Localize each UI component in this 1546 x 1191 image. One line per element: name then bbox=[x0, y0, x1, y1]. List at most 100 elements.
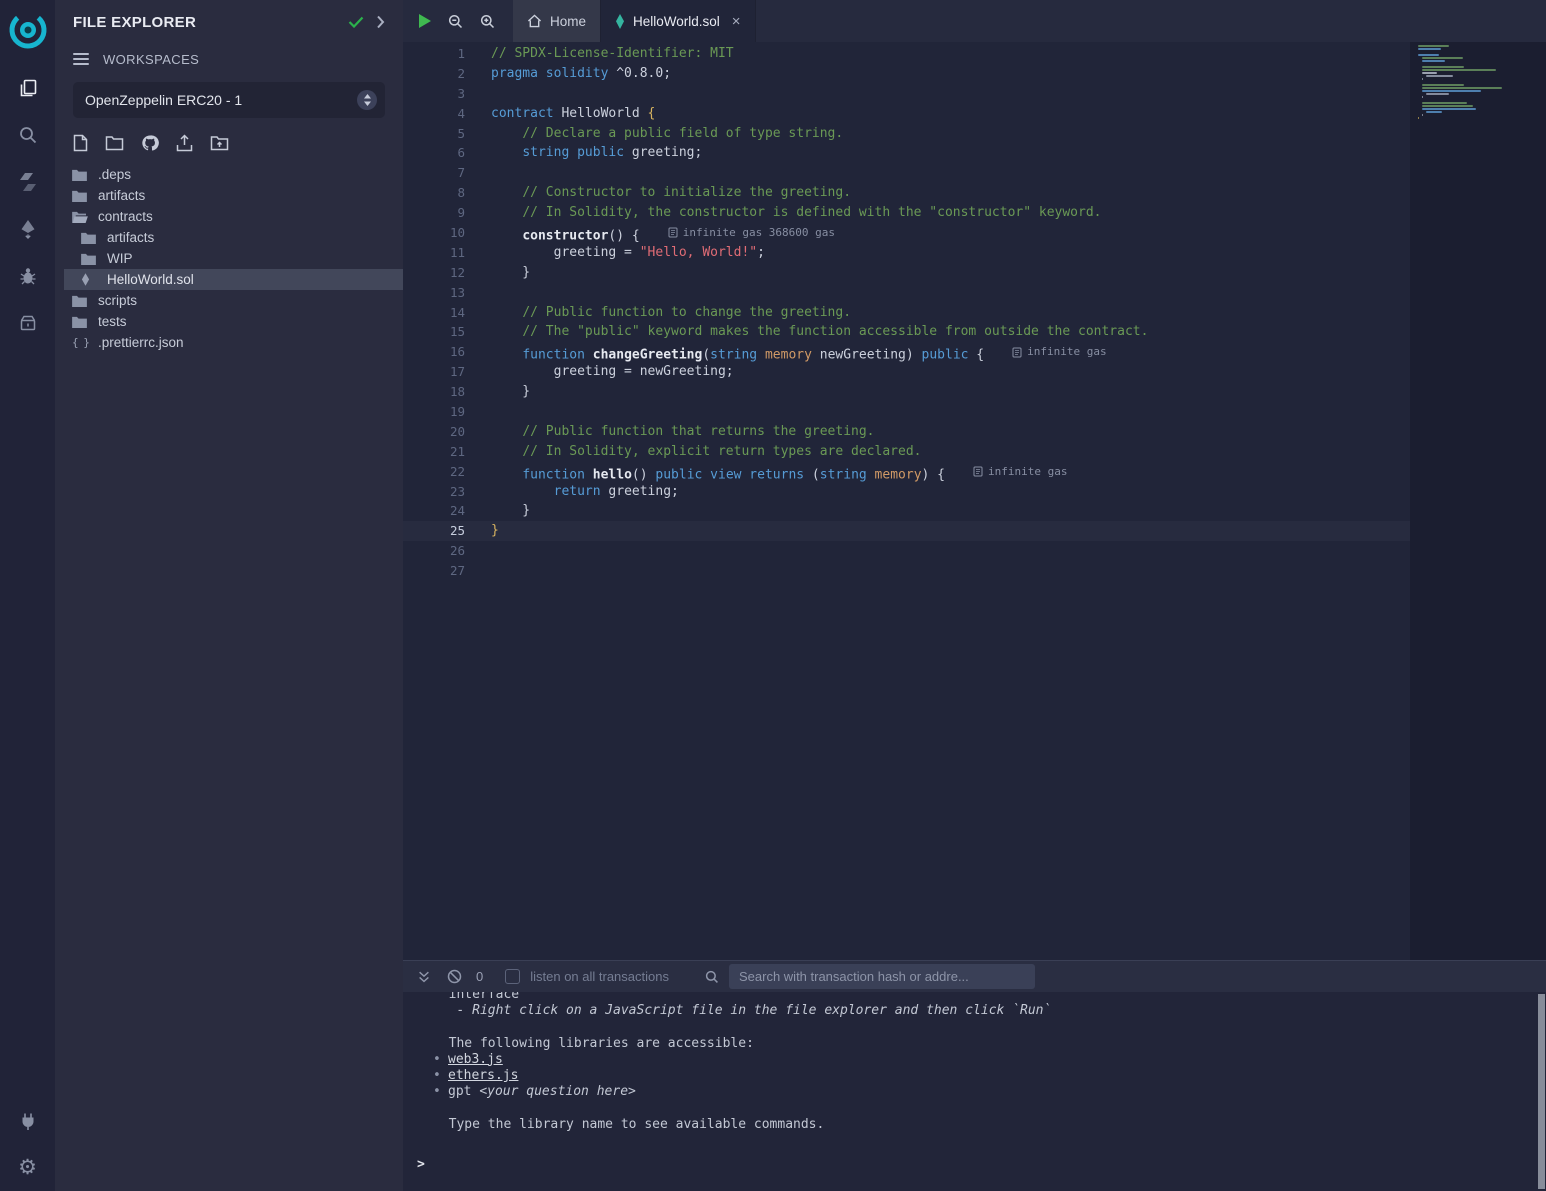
code-line[interactable]: 6 string public greeting; bbox=[403, 143, 1410, 163]
tree-item-.prettierrc.json[interactable]: { }.prettierrc.json bbox=[64, 332, 403, 353]
editor-scroll-strip[interactable] bbox=[1410, 42, 1546, 960]
code-line[interactable]: 9 // In Solidity, the constructor is def… bbox=[403, 203, 1410, 223]
chevron-right-icon[interactable] bbox=[376, 15, 385, 29]
line-number: 18 bbox=[403, 382, 465, 402]
line-number: 14 bbox=[403, 303, 465, 323]
tree-item-HelloWorld.sol[interactable]: HelloWorld.sol bbox=[64, 269, 403, 290]
line-number: 12 bbox=[403, 263, 465, 283]
file-tree: .depsartifactscontractsartifactsWIPHello… bbox=[55, 160, 403, 1191]
line-number: 17 bbox=[403, 362, 465, 382]
code-line[interactable]: 10 constructor() {infinite gas 368600 ga… bbox=[403, 223, 1410, 243]
github-icon[interactable] bbox=[141, 134, 159, 152]
tree-item-contracts[interactable]: contracts bbox=[64, 206, 403, 227]
line-number: 16 bbox=[403, 342, 465, 362]
zoom-in-icon[interactable] bbox=[480, 14, 495, 29]
code-line[interactable]: 7 bbox=[403, 163, 1410, 183]
code-line[interactable]: 22 function hello() public view returns … bbox=[403, 462, 1410, 482]
code-line[interactable]: 2pragma solidity ^0.8.0; bbox=[403, 64, 1410, 84]
search-icon[interactable] bbox=[0, 111, 55, 158]
workspace-selected-value: OpenZeppelin ERC20 - 1 bbox=[85, 92, 357, 108]
code-line[interactable]: 20 // Public function that returns the g… bbox=[403, 422, 1410, 442]
tree-item-tests[interactable]: tests bbox=[64, 311, 403, 332]
transaction-search-input[interactable] bbox=[729, 964, 1035, 989]
run-script-icon[interactable] bbox=[419, 14, 431, 28]
listen-transactions-checkbox[interactable] bbox=[505, 969, 520, 984]
code-line[interactable]: 8 // Constructor to initialize the greet… bbox=[403, 183, 1410, 203]
collapse-terminal-icon[interactable] bbox=[417, 970, 431, 984]
workspace-select[interactable]: OpenZeppelin ERC20 - 1 bbox=[73, 82, 385, 118]
plugin-manager-icon[interactable] bbox=[0, 1097, 55, 1144]
code-line[interactable]: 3 bbox=[403, 84, 1410, 104]
code-line[interactable]: 16 function changeGreeting(string memory… bbox=[403, 342, 1410, 362]
home-icon bbox=[527, 14, 542, 28]
clear-console-icon[interactable] bbox=[447, 969, 462, 984]
code-line[interactable]: 5 // Declare a public field of type stri… bbox=[403, 124, 1410, 144]
line-number: 1 bbox=[403, 44, 465, 64]
line-number: 8 bbox=[403, 183, 465, 203]
tab-helloworld-sol[interactable]: HelloWorld.sol × bbox=[601, 0, 756, 42]
code-line[interactable]: 17 greeting = newGreeting; bbox=[403, 362, 1410, 382]
terminal-prompt[interactable]: > bbox=[417, 1157, 1546, 1173]
upload-folder-icon[interactable] bbox=[210, 135, 229, 151]
code-line[interactable]: 23 return greeting; bbox=[403, 482, 1410, 502]
file-sol-icon bbox=[81, 273, 98, 286]
line-number: 4 bbox=[403, 104, 465, 124]
activity-bar: ⚙ bbox=[0, 0, 55, 1191]
remix-logo[interactable] bbox=[6, 8, 50, 52]
workspace-sort-icon[interactable] bbox=[357, 90, 377, 110]
tree-item-label: artifacts bbox=[98, 188, 145, 203]
terminal-panel: 0 listen on all transactions interface -… bbox=[403, 960, 1546, 1191]
run-controls bbox=[403, 0, 513, 42]
workspaces-label: WORKSPACES bbox=[103, 52, 199, 67]
new-file-icon[interactable] bbox=[73, 134, 88, 152]
minimap[interactable] bbox=[1418, 45, 1514, 126]
tree-item-label: HelloWorld.sol bbox=[107, 272, 194, 287]
code-line[interactable]: 18 } bbox=[403, 382, 1410, 402]
code-line[interactable]: 13 bbox=[403, 283, 1410, 303]
check-icon[interactable] bbox=[348, 16, 364, 28]
folder-icon bbox=[72, 169, 89, 181]
plugin-icon[interactable] bbox=[0, 299, 55, 346]
tree-item-artifacts[interactable]: artifacts bbox=[64, 185, 403, 206]
tab-close-icon[interactable]: × bbox=[732, 14, 741, 29]
code-line[interactable]: 27 bbox=[403, 561, 1410, 581]
settings-icon[interactable]: ⚙ bbox=[0, 1144, 55, 1191]
terminal-link[interactable]: ethers.js bbox=[448, 1068, 518, 1083]
tree-item-label: tests bbox=[98, 314, 127, 329]
tab-home[interactable]: Home bbox=[513, 0, 601, 42]
tree-item-.deps[interactable]: .deps bbox=[64, 164, 403, 185]
line-number: 19 bbox=[403, 402, 465, 422]
deploy-run-icon[interactable] bbox=[0, 205, 55, 252]
tree-item-label: scripts bbox=[98, 293, 137, 308]
code-line[interactable]: 14 // Public function to change the gree… bbox=[403, 303, 1410, 323]
tree-item-scripts[interactable]: scripts bbox=[64, 290, 403, 311]
code-line[interactable]: 4contract HelloWorld { bbox=[403, 104, 1410, 124]
code-line[interactable]: 21 // In Solidity, explicit return types… bbox=[403, 442, 1410, 462]
code-line[interactable]: 19 bbox=[403, 402, 1410, 422]
code-line[interactable]: 25} bbox=[403, 521, 1410, 541]
folder-icon bbox=[72, 190, 89, 202]
code-lines[interactable]: 1// SPDX-License-Identifier: MIT2pragma … bbox=[403, 42, 1410, 960]
tree-item-artifacts[interactable]: artifacts bbox=[64, 227, 403, 248]
tree-item-WIP[interactable]: WIP bbox=[64, 248, 403, 269]
hamburger-icon[interactable] bbox=[73, 53, 89, 65]
terminal-link[interactable]: web3.js bbox=[448, 1052, 503, 1067]
code-line[interactable]: 15 // The "public" keyword makes the fun… bbox=[403, 322, 1410, 342]
file-json-icon: { } bbox=[72, 336, 89, 349]
new-folder-icon[interactable] bbox=[105, 135, 124, 151]
debugger-icon[interactable] bbox=[0, 252, 55, 299]
terminal-line: Type the library name to see available c… bbox=[433, 1117, 1546, 1133]
upload-file-icon[interactable] bbox=[176, 134, 193, 152]
file-explorer-icon[interactable] bbox=[0, 64, 55, 111]
solidity-compiler-icon[interactable] bbox=[0, 158, 55, 205]
code-line[interactable]: 12 } bbox=[403, 263, 1410, 283]
line-number: 6 bbox=[403, 143, 465, 163]
code-line[interactable]: 11 greeting = "Hello, World!"; bbox=[403, 243, 1410, 263]
zoom-out-icon[interactable] bbox=[448, 14, 463, 29]
code-line[interactable]: 1// SPDX-License-Identifier: MIT bbox=[403, 44, 1410, 64]
terminal-scrollbar[interactable] bbox=[1538, 994, 1545, 1189]
code-line[interactable]: 26 bbox=[403, 541, 1410, 561]
code-line[interactable]: 24 } bbox=[403, 501, 1410, 521]
terminal-output[interactable]: interface - Right click on a JavaScript … bbox=[403, 992, 1546, 1191]
folder-open-icon bbox=[72, 211, 89, 223]
